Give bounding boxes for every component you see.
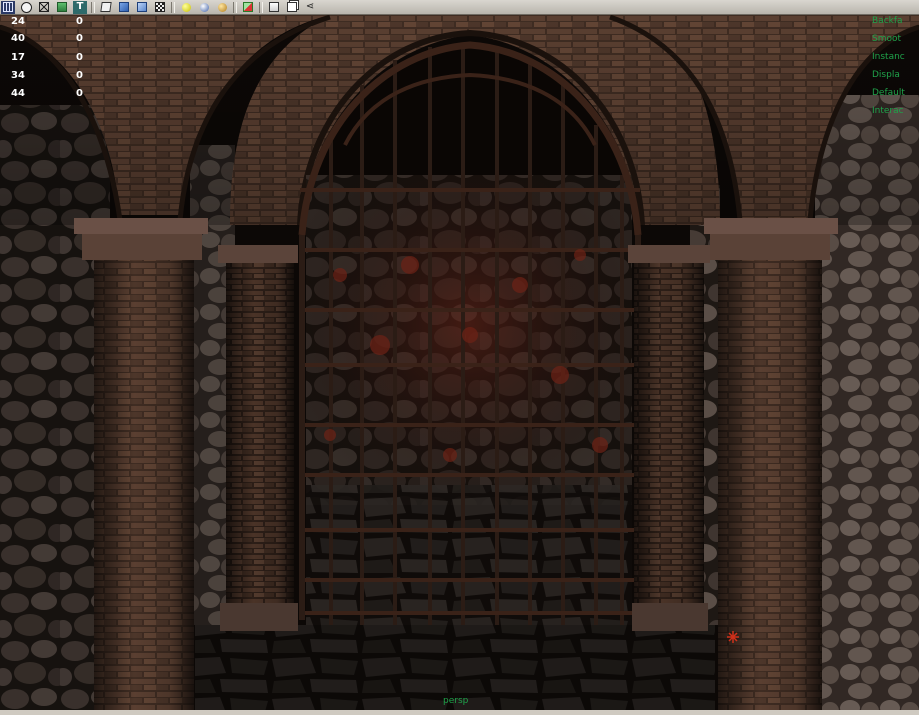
checker-icon[interactable] — [153, 1, 167, 14]
outer-column-right — [704, 218, 838, 710]
stat-value: 0 — [76, 88, 83, 99]
render-region-icon[interactable] — [241, 1, 255, 14]
viewport-bottom-border — [0, 710, 919, 715]
dungeon-gate-render — [0, 15, 919, 710]
stat-label: 17 — [11, 52, 25, 63]
stat-row: 34 0 — [11, 70, 91, 84]
toolbar-separator — [171, 1, 175, 13]
stat-value: 0 — [76, 70, 83, 81]
circle-select-icon[interactable] — [19, 1, 33, 14]
stat-label: 40 — [11, 33, 25, 44]
stat-value: 0 — [76, 16, 83, 27]
stat-label: 24 — [11, 16, 25, 27]
grid-icon[interactable] — [1, 0, 15, 14]
toolbar-separator — [233, 1, 237, 13]
toolbar-separator — [91, 1, 95, 13]
stat-row: 44 0 — [11, 88, 91, 102]
stat-row: 40 0 — [11, 33, 91, 47]
light-blue-icon[interactable] — [197, 1, 211, 14]
solid-cube-icon[interactable] — [135, 1, 149, 14]
3d-viewport[interactable]: 24 0 40 0 17 0 34 0 44 0 Backfa Smoot In… — [0, 15, 919, 710]
stat-value: 0 — [76, 33, 83, 44]
inner-column-left — [218, 245, 298, 631]
toolbar-separator — [259, 1, 263, 13]
text-icon[interactable]: T — [73, 0, 87, 14]
inner-column-right — [628, 245, 710, 631]
camera-name-label: persp — [443, 696, 469, 706]
cube-icon[interactable] — [99, 1, 113, 14]
stat-label: 34 — [11, 70, 25, 81]
stat-row: 24 0 — [11, 16, 91, 30]
viewport-toolbar: T ⋖ — [0, 0, 919, 15]
duplicate-icon[interactable] — [285, 1, 299, 14]
light-yellow-icon[interactable] — [179, 1, 193, 14]
hud-smooth-label: Smoot — [872, 34, 902, 44]
hud-default-label: Default — [872, 88, 905, 98]
stat-value: 0 — [76, 52, 83, 63]
stat-row: 17 0 — [11, 52, 91, 66]
hud-instance-label: Instanc — [872, 52, 905, 62]
outer-column-left — [74, 218, 208, 710]
wireframe-icon[interactable] — [37, 1, 51, 14]
hud-interactive-label: Interac — [872, 106, 904, 116]
hud-display-label: Displa — [872, 70, 900, 80]
box-icon[interactable] — [267, 1, 281, 14]
texture-icon[interactable] — [55, 1, 69, 14]
stat-label: 44 — [11, 88, 25, 99]
share-icon[interactable]: ⋖ — [303, 1, 317, 14]
hud-backface-label: Backfa — [872, 16, 903, 26]
light-gold-icon[interactable] — [215, 1, 229, 14]
shaded-cube-icon[interactable] — [117, 1, 131, 14]
